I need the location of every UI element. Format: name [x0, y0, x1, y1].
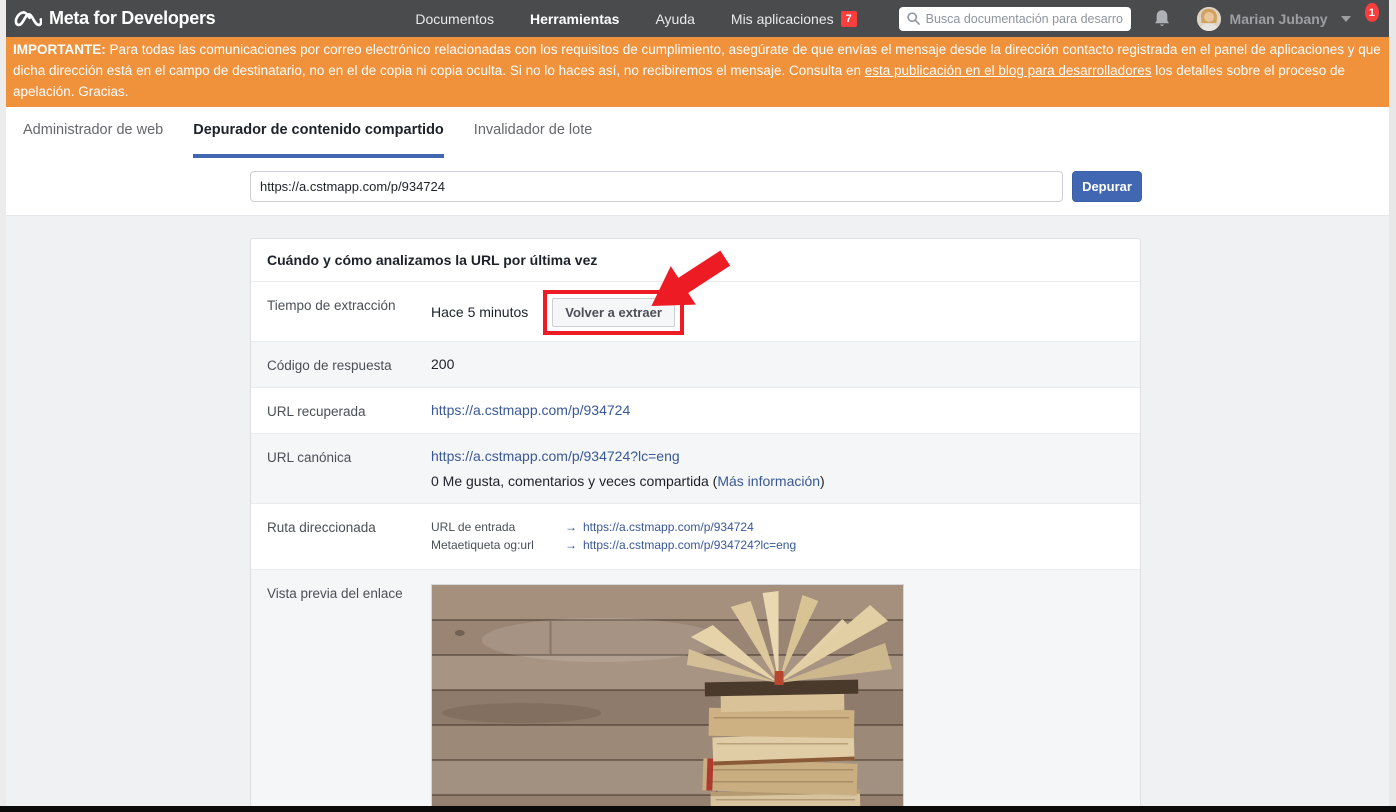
scrape-results-card: Cuándo y cómo analizamos la URL por últi…	[250, 238, 1141, 806]
row-label: Vista previa del enlace	[267, 584, 431, 601]
screenshot-bottom-border	[0, 806, 1396, 812]
top-navbar: Meta for Developers Documentos Herramien…	[6, 0, 1389, 37]
url-input[interactable]	[250, 171, 1063, 202]
nav-item-mis-aplicaciones[interactable]: Mis aplicaciones 7	[731, 11, 857, 27]
avatar	[1197, 7, 1221, 31]
search-icon	[907, 12, 920, 25]
row-fetched-url: URL recuperada https://a.cstmapp.com/p/9…	[251, 387, 1140, 433]
link-preview-card[interactable]: A.CSTMAPP.COM RULETA DE LIBROS	[431, 584, 904, 806]
card-title: Cuándo y cómo analizamos la URL por últi…	[251, 239, 1140, 281]
row-label: Código de respuesta	[267, 356, 431, 373]
nav-menu: Documentos Herramientas Ayuda Mis aplica…	[415, 11, 856, 27]
page-scrollbar[interactable]	[1389, 0, 1396, 806]
tab-depurador-contenido[interactable]: Depurador de contenido compartido	[193, 122, 444, 158]
row-link-preview: Vista previa del enlace	[251, 569, 1140, 806]
user-name: Marian Jubany	[1230, 11, 1328, 27]
search-box[interactable]	[899, 7, 1131, 31]
row-label: Ruta direccionada	[267, 518, 431, 535]
compliance-warning-banner: IMPORTANTE: Para todas las comunicacione…	[6, 37, 1389, 107]
row-label: URL recuperada	[267, 402, 431, 419]
redirect-entry-url[interactable]: https://a.cstmapp.com/p/934724?lc=eng	[583, 536, 796, 555]
redirect-entry-url[interactable]: https://a.cstmapp.com/p/934724	[583, 518, 754, 537]
row-label: URL canónica	[267, 448, 431, 465]
redirect-entry-name: Metaetiqueta og:url	[431, 536, 559, 555]
right-arrow-icon: →	[565, 536, 577, 555]
notification-count-badge[interactable]: 1	[1365, 3, 1379, 22]
meta-infinity-icon	[14, 10, 42, 28]
engagement-suffix: )	[820, 473, 825, 489]
tab-invalidador-de-lote[interactable]: Invalidador de lote	[474, 122, 593, 158]
banner-label: IMPORTANTE:	[13, 42, 106, 57]
page: Meta for Developers Documentos Herramien…	[6, 0, 1389, 806]
redirect-entry: URL de entrada → https://a.cstmapp.com/p…	[431, 518, 796, 537]
tool-tabs: Administrador de web Depurador de conten…	[23, 122, 1389, 158]
window-left-edge	[0, 0, 6, 806]
nav-item-documentos[interactable]: Documentos	[415, 11, 494, 27]
notifications-bell-icon[interactable]	[1153, 9, 1171, 28]
screenshot-frame: Meta for Developers Documentos Herramien…	[0, 0, 1396, 812]
engagement-text: 0 Me gusta, comentarios y veces comparti…	[431, 473, 717, 489]
canonical-url-link[interactable]: https://a.cstmapp.com/p/934724?lc=eng	[431, 448, 680, 464]
row-response-code: Código de respuesta 200	[251, 341, 1140, 387]
banner-blog-link[interactable]: esta publicación en el blog para desarro…	[865, 63, 1152, 78]
row-canonical-url: URL canónica https://a.cstmapp.com/p/934…	[251, 433, 1140, 503]
preview-image-books	[432, 585, 903, 806]
row-redirect-path: Ruta direccionada URL de entrada → https…	[251, 503, 1140, 569]
search-input[interactable]	[926, 12, 1123, 26]
redirect-entry-name: URL de entrada	[431, 518, 559, 537]
chevron-down-icon	[1341, 16, 1351, 22]
tab-administrador-de-web[interactable]: Administrador de web	[23, 122, 163, 158]
nav-item-herramientas[interactable]: Herramientas	[530, 11, 620, 27]
meta-developers-logo[interactable]: Meta for Developers	[14, 8, 215, 29]
apps-count-badge: 7	[841, 11, 857, 27]
right-arrow-icon: →	[565, 518, 577, 537]
depurar-button[interactable]: Depurar	[1072, 171, 1142, 202]
redirect-entry: Metaetiqueta og:url → https://a.cstmapp.…	[431, 536, 796, 555]
logo-text: Meta for Developers	[49, 8, 215, 29]
scrape-time-value: Hace 5 minutos	[431, 304, 528, 320]
mas-informacion-link[interactable]: Más información	[717, 473, 820, 489]
fetched-url-link[interactable]: https://a.cstmapp.com/p/934724	[431, 402, 630, 418]
debug-form: Depurar	[250, 171, 1389, 202]
user-menu[interactable]: Marian Jubany	[1197, 7, 1351, 31]
row-label: Tiempo de extracción	[267, 296, 431, 313]
row-scrape-time: Tiempo de extracción Hace 5 minutos Volv…	[251, 281, 1140, 341]
response-code-value: 200	[431, 356, 454, 372]
tool-header: Administrador de web Depurador de conten…	[6, 107, 1389, 216]
nav-item-ayuda[interactable]: Ayuda	[655, 11, 694, 27]
volver-a-extraer-button[interactable]: Volver a extraer	[552, 298, 675, 327]
